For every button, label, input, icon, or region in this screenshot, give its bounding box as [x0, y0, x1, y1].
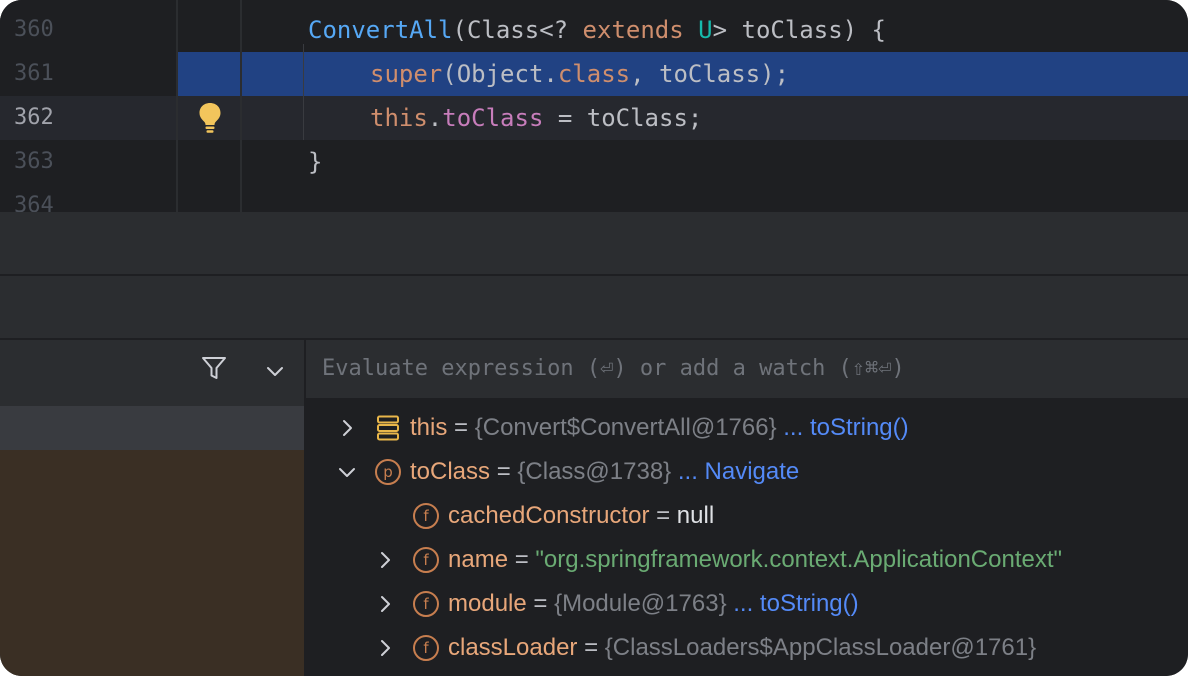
editor-tab-strip [0, 212, 1188, 274]
to-string-link[interactable]: ... toString() [783, 414, 908, 441]
navigate-link[interactable]: ... Navigate [678, 458, 799, 485]
code-text: } [308, 148, 323, 176]
code-line-360[interactable]: 360 ConvertAll(Class<? extends U> toClas… [0, 8, 1188, 52]
variable-row-cachedConstructor[interactable]: f cachedConstructor = null [306, 494, 1188, 538]
code-text: super(Object.class, toClass); [370, 60, 790, 88]
variables-panel: Evaluate expression (⏎) or add a watch (… [306, 340, 1188, 676]
chevron-right-icon[interactable] [336, 417, 358, 439]
field-icon: f [413, 635, 439, 661]
variable-row-this[interactable]: this = {Convert$ConvertAll@1766} ... toS… [306, 406, 1188, 450]
code-line-364[interactable]: 364 [0, 184, 1188, 212]
chevron-right-icon[interactable] [374, 593, 396, 615]
gutter-divider [176, 0, 178, 212]
evaluate-placeholder: Evaluate expression (⏎) or add a watch (… [322, 356, 905, 381]
code-line-363[interactable]: 363 } [0, 140, 1188, 184]
code-text: this.toClass = toClass; [370, 104, 703, 132]
library-frames-area[interactable] [0, 450, 304, 676]
variable-row-name[interactable]: f name = "org.springframework.context.Ap… [306, 538, 1188, 582]
field-icon: f [413, 503, 439, 529]
object-icon [377, 415, 399, 441]
code-line-362[interactable]: 362 this.toClass = toClass; [0, 96, 1188, 140]
line-number: 362 [14, 105, 54, 130]
to-string-link[interactable]: ... toString() [733, 590, 858, 617]
chevron-down-icon[interactable] [336, 461, 358, 483]
field-icon: f [413, 547, 439, 573]
chevron-right-icon[interactable] [374, 637, 396, 659]
variable-row-classLoader[interactable]: f classLoader = {ClassLoaders$AppClassLo… [306, 626, 1188, 670]
variable-row-toClass[interactable]: p toClass = {Class@1738} ... Navigate [306, 450, 1188, 494]
code-text: ConvertAll(Class<? extends U> toClass) { [308, 16, 886, 44]
parameter-icon: p [375, 459, 401, 485]
selected-frame[interactable] [0, 406, 304, 450]
evaluate-expression-field[interactable]: Evaluate expression (⏎) or add a watch (… [306, 340, 1188, 400]
chevron-down-icon[interactable] [264, 360, 286, 382]
line-number: 361 [14, 61, 54, 86]
code-line-361[interactable]: 361 super(Object.class, toClass); [0, 52, 1188, 96]
line-number: 363 [14, 149, 54, 174]
indent-guide [303, 44, 304, 140]
frames-toolbar [0, 340, 304, 398]
field-icon: f [413, 591, 439, 617]
debug-toolbar [0, 276, 1188, 338]
code-editor[interactable]: 360 ConvertAll(Class<? extends U> toClas… [0, 0, 1188, 212]
line-number: 360 [14, 17, 54, 42]
lightbulb-icon[interactable] [198, 102, 222, 134]
fold-divider [240, 0, 242, 212]
ide-window: 360 ConvertAll(Class<? extends U> toClas… [0, 0, 1188, 676]
variable-row-module[interactable]: f module = {Module@1763} ... toString() [306, 582, 1188, 626]
line-number: 364 [14, 193, 54, 212]
filter-icon[interactable] [200, 354, 228, 382]
frames-panel [0, 340, 304, 676]
chevron-right-icon[interactable] [374, 549, 396, 571]
